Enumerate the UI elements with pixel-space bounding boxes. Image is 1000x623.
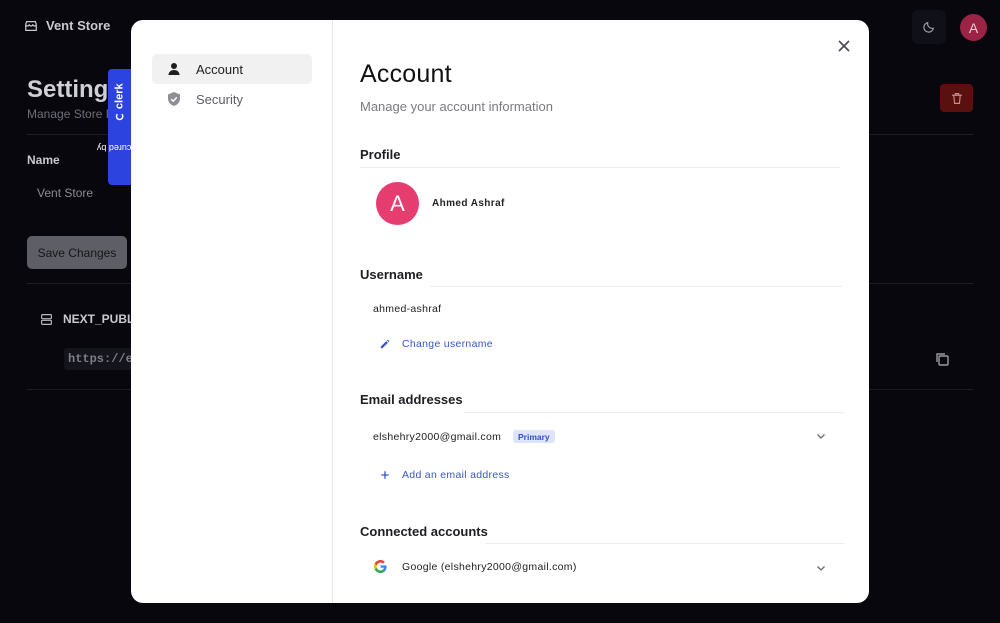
section-title-username: Username — [360, 267, 423, 282]
nav-item-label: Security — [196, 91, 243, 107]
section-title-connected-accounts: Connected accounts — [360, 524, 488, 539]
store-name: Vent Store — [46, 18, 111, 33]
server-icon — [41, 313, 52, 325]
api-alert: NEXT_PUBL — [40, 312, 134, 326]
profile-sidebar: Account Security — [131, 20, 333, 603]
plus-icon — [381, 471, 389, 479]
clerk-logo-icon — [115, 114, 124, 121]
username-value: ahmed-ashraf — [373, 303, 442, 315]
shield-icon — [168, 92, 180, 106]
change-username-button[interactable]: Change username — [380, 338, 493, 350]
profile-name: Ahmed Ashraf — [432, 198, 505, 209]
delete-store-button[interactable] — [940, 84, 973, 112]
chevron-down-icon[interactable] — [815, 430, 827, 442]
avatar[interactable]: A — [376, 182, 419, 225]
pencil-icon — [380, 339, 390, 349]
add-email-button[interactable]: Add an email address — [380, 469, 510, 481]
theme-toggle[interactable] — [912, 10, 946, 44]
nav-item-label: Account — [196, 61, 243, 77]
google-account-row[interactable]: Google (elshehry2000@gmail.com) — [374, 560, 577, 573]
nav-item-security[interactable]: Security — [152, 84, 312, 114]
page-title: Setting — [27, 76, 109, 103]
google-logo-icon — [374, 560, 387, 573]
page-title: Account — [360, 60, 452, 88]
store-switcher[interactable]: Vent Store — [24, 18, 110, 33]
email-value[interactable]: elshehry2000@gmail.com — [373, 431, 501, 443]
account-content: Account Manage your account information … — [360, 20, 844, 603]
user-profile-modal: Account Security Account Manage your acc… — [131, 20, 869, 603]
section-divider — [430, 286, 842, 287]
user-icon — [168, 63, 180, 75]
secured-by-clerk-badge[interactable]: Secured by clerk — [97, 69, 142, 185]
store-icon — [25, 20, 37, 31]
change-username-label: Change username — [402, 338, 493, 350]
section-divider — [486, 543, 844, 544]
nav-item-account[interactable]: Account — [152, 54, 312, 84]
avatar-letter: A — [968, 19, 979, 36]
save-changes-button[interactable]: Save Changes — [27, 236, 127, 269]
section-divider — [360, 167, 840, 168]
trash-icon — [951, 92, 962, 104]
primary-badge: Primary — [513, 430, 555, 443]
avatar-letter: A — [390, 190, 405, 216]
chevron-down-icon[interactable] — [815, 562, 827, 574]
name-label: Name — [27, 153, 60, 167]
user-avatar-button[interactable]: A — [960, 14, 987, 41]
clerk-brand-text: clerk — [113, 83, 126, 110]
secured-by-text: Secured by — [96, 142, 143, 153]
moon-icon — [923, 21, 935, 33]
page-subtitle: Manage Store P — [27, 107, 114, 121]
section-divider — [464, 412, 844, 413]
add-email-label: Add an email address — [402, 469, 510, 481]
env-variable-name: NEXT_PUBL — [63, 312, 135, 326]
page-subtitle: Manage your account information — [360, 99, 553, 114]
google-account-label: Google (elshehry2000@gmail.com) — [402, 560, 577, 573]
copy-icon[interactable] — [934, 351, 950, 367]
section-title-email: Email addresses — [360, 392, 463, 407]
section-title-profile: Profile — [360, 147, 401, 162]
